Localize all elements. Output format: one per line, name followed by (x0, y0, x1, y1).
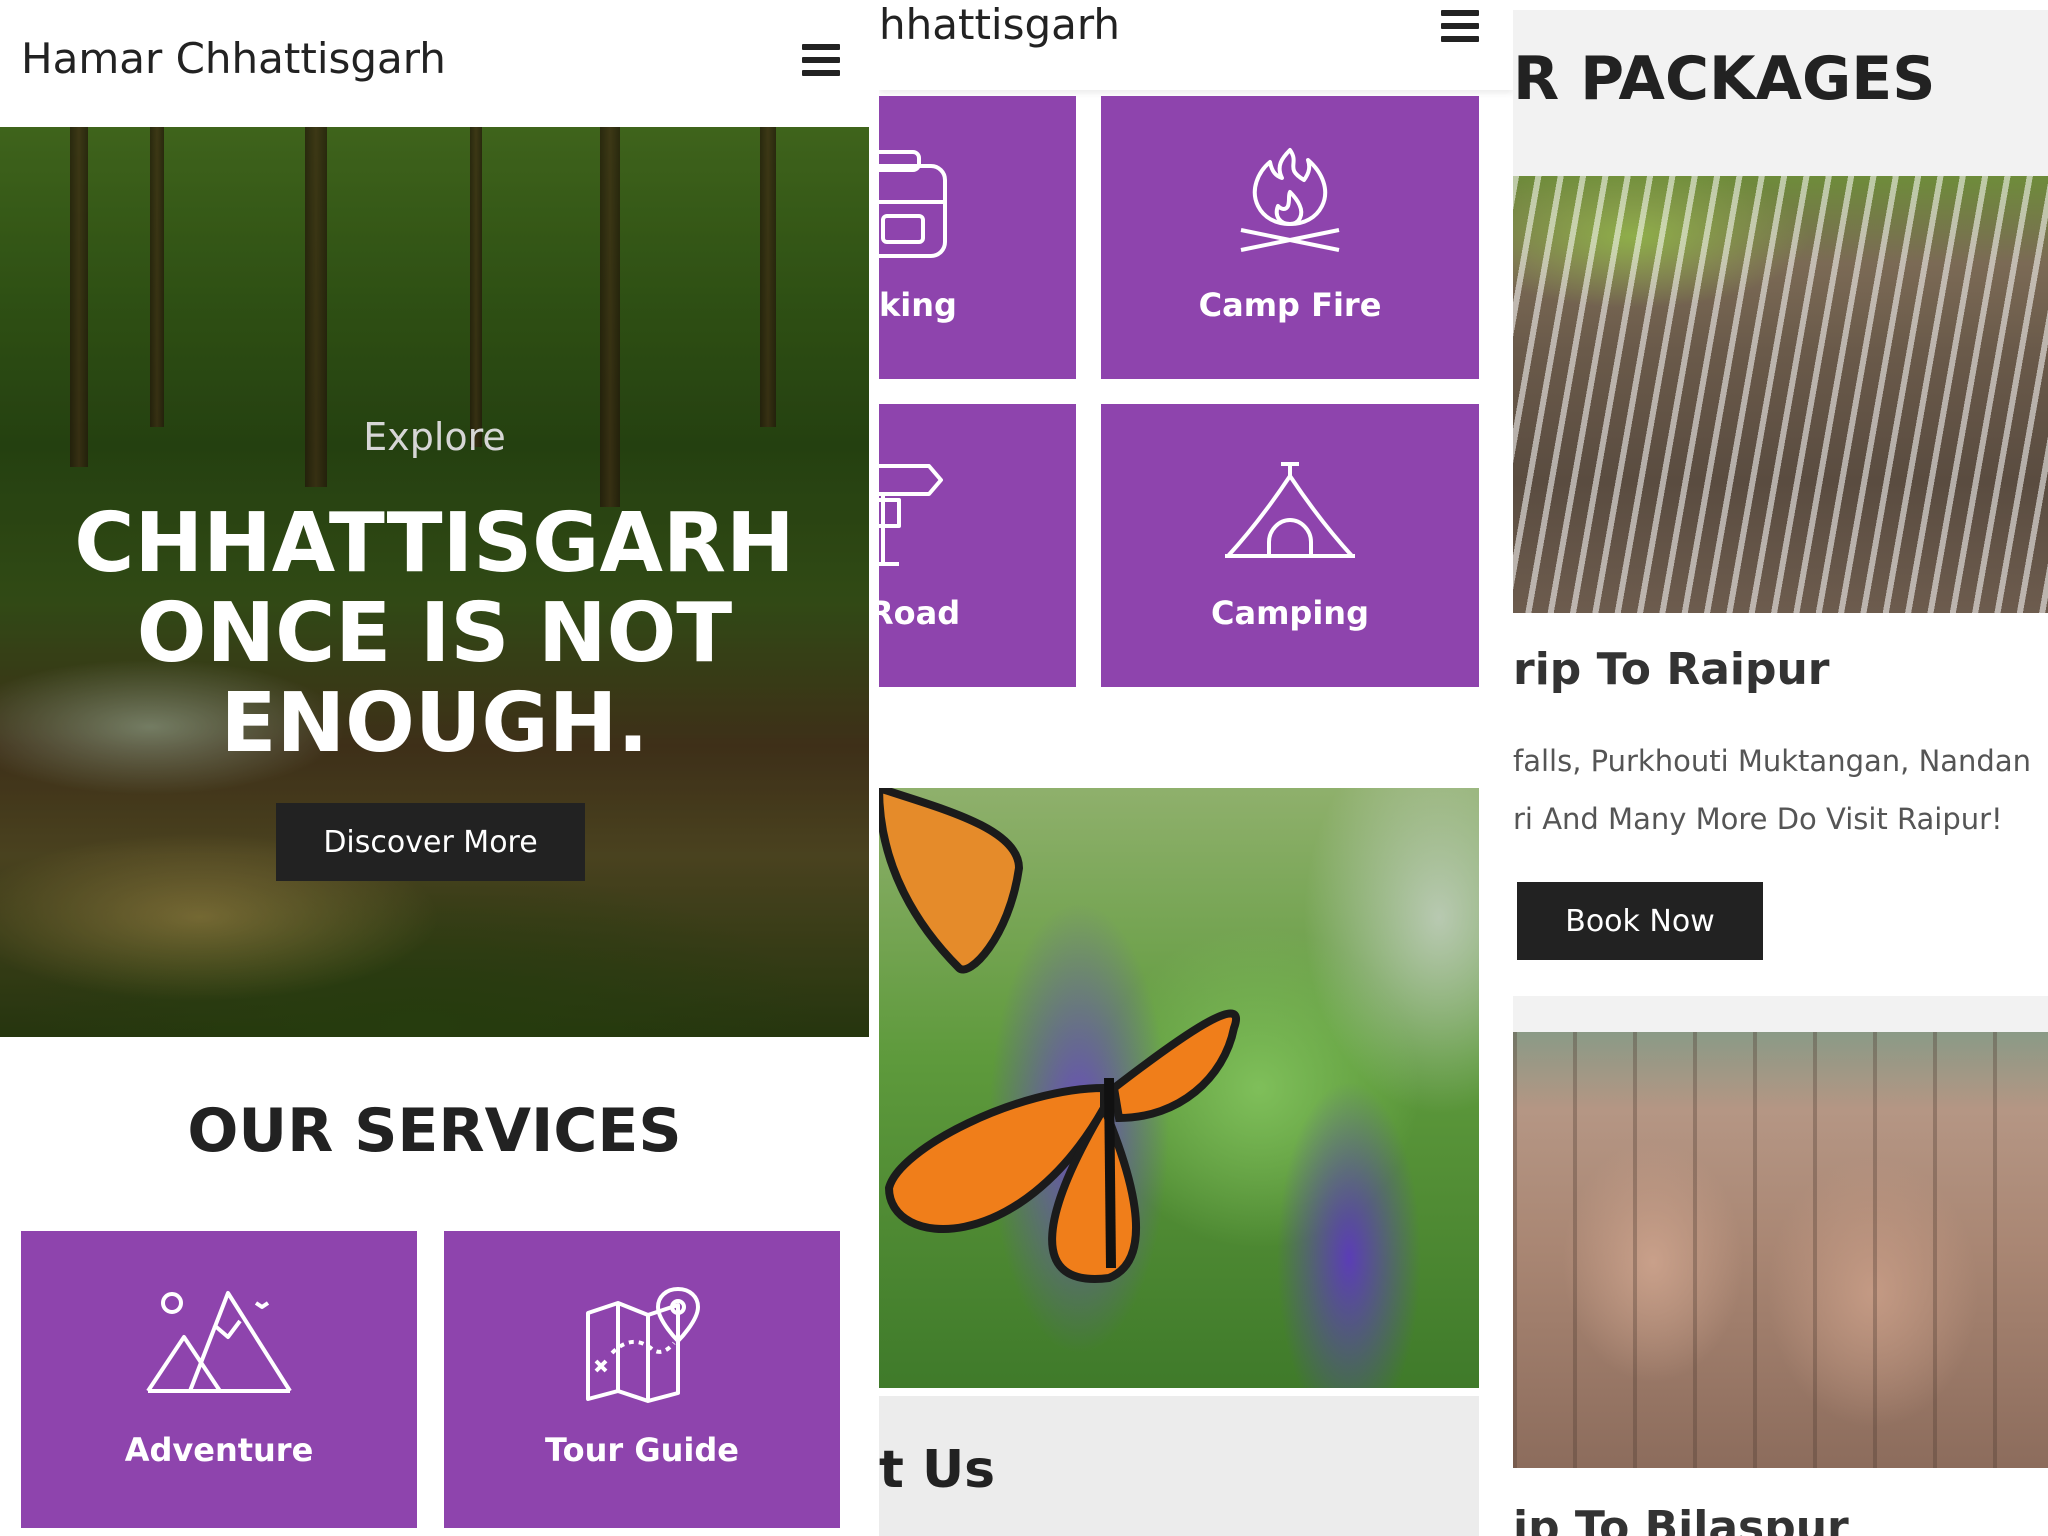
hero-title-line: ENOUGH. (220, 676, 649, 771)
about-section: t Us (879, 1396, 1479, 1536)
brand-logo[interactable]: hhattisgarh (879, 0, 1120, 49)
hero-title-line: CHHATTISGARH (74, 496, 795, 591)
service-card-trekking[interactable]: king (879, 96, 1076, 379)
service-label: Camping (1211, 594, 1369, 632)
navbar: hhattisgarh (879, 0, 1513, 90)
service-label: Road (879, 594, 961, 632)
phone-screen-packages: R PACKAGES rip To Raipur falls, Purkhout… (1513, 0, 2048, 1536)
butterfly-illustration (879, 788, 1240, 1283)
waterfall-photo (1513, 176, 2048, 613)
temple-ruins-photo (1513, 1032, 2048, 1468)
butterfly-photo (879, 788, 1479, 1388)
service-card-camping[interactable]: Camping (1101, 404, 1479, 687)
phone-screen-services: hhattisgarh king Camp Fire Road Camping … (879, 0, 1513, 1536)
book-now-button[interactable]: Book Now (1517, 882, 1763, 960)
campfire-icon (1101, 146, 1479, 258)
package-description-line: ri And Many More Do Visit Raipur! (1513, 802, 2003, 836)
package-title: rip To Raipur (1513, 644, 1830, 695)
service-label: Camp Fire (1198, 286, 1382, 324)
map-pin-icon (444, 1283, 840, 1403)
package-title: ip To Bilaspur (1513, 1502, 1849, 1536)
hero-title: CHHATTISGARH ONCE IS NOT ENOUGH. (0, 499, 869, 769)
service-label: king (879, 286, 957, 324)
backpack-icon (879, 146, 1076, 258)
hero-title-line: ONCE IS NOT (136, 586, 733, 681)
tent-icon (1101, 460, 1479, 564)
service-card-tour-guide[interactable]: Tour Guide (444, 1231, 840, 1528)
service-card-adventure[interactable]: Adventure (21, 1231, 417, 1528)
navbar: Hamar Chhattisgarh (0, 0, 869, 127)
package-description-line: falls, Purkhouti Muktangan, Nandan (1513, 744, 2031, 778)
signpost-icon (879, 460, 1076, 572)
hamburger-menu-icon[interactable] (1441, 10, 1479, 42)
hero-kicker: Explore (363, 415, 506, 459)
service-card-road[interactable]: Road (879, 404, 1076, 687)
package-card-raipur: rip To Raipur falls, Purkhouti Muktangan… (1513, 176, 2048, 996)
mountains-icon (21, 1285, 417, 1395)
hamburger-menu-icon[interactable] (802, 44, 840, 76)
service-label: Adventure (124, 1431, 314, 1469)
service-label: Tour Guide (545, 1431, 739, 1469)
brand-logo[interactable]: Hamar Chhattisgarh (21, 34, 446, 83)
discover-more-button[interactable]: Discover More (276, 803, 585, 881)
hero-slider: Explore CHHATTISGARH ONCE IS NOT ENOUGH.… (0, 127, 869, 1037)
phone-screen-home: Hamar Chhattisgarh Explore CHHATTISGARH … (0, 0, 869, 1536)
service-card-camp-fire[interactable]: Camp Fire (1101, 96, 1479, 379)
packages-section-title: R PACKAGES (1513, 44, 1936, 114)
package-card-bilaspur: ip To Bilaspur (1513, 1032, 2048, 1536)
about-section-title: t Us (879, 1440, 996, 1500)
services-section-title: OUR SERVICES (187, 1096, 682, 1166)
